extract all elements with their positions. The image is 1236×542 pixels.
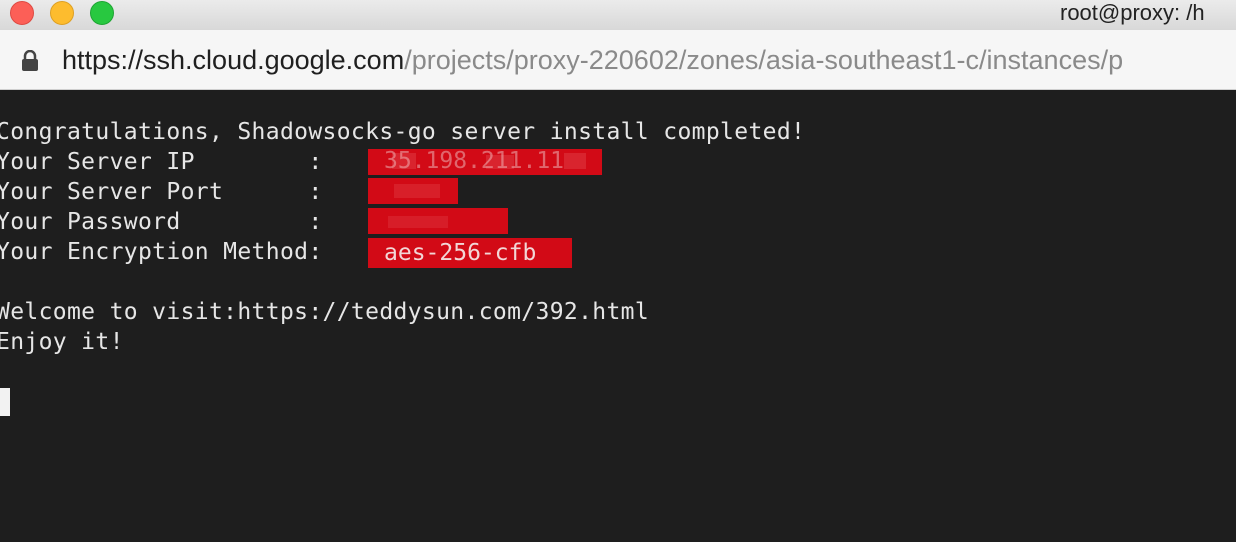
url-host: https://ssh.cloud.google.com <box>62 45 405 75</box>
terminal-line-server-ip: Your Server IP : <box>0 149 337 175</box>
terminal-line-enjoy: Enjoy it! <box>0 329 124 355</box>
terminal-cursor <box>0 388 10 416</box>
url-text[interactable]: https://ssh.cloud.google.com/projects/pr… <box>62 44 1123 76</box>
pixelation-block <box>486 155 514 169</box>
pixelation-block <box>564 153 586 169</box>
close-window-button[interactable] <box>10 1 34 25</box>
pixelation-block <box>392 153 416 169</box>
address-bar[interactable]: https://ssh.cloud.google.com/projects/pr… <box>0 30 1236 90</box>
encryption-method-value: aes-256-cfb <box>384 240 537 266</box>
terminal-line-encryption: Your Encryption Method: <box>0 239 337 265</box>
pixelation-block <box>394 184 440 198</box>
terminal-line-password: Your Password : <box>0 209 337 235</box>
zoom-window-button[interactable] <box>90 1 114 25</box>
window-title: root@proxy: /h <box>1060 0 1205 25</box>
minimize-window-button[interactable] <box>50 1 74 25</box>
redacted-server-port <box>368 178 458 204</box>
lock-icon <box>22 50 38 71</box>
terminal-line-congrats: Congratulations, Shadowsocks-go server i… <box>0 119 806 145</box>
redacted-password <box>368 208 508 234</box>
terminal-line-welcome: Welcome to visit:https://teddysun.com/39… <box>0 299 650 325</box>
pixelation-block <box>388 216 448 228</box>
window-titlebar: root@proxy: /h <box>0 0 1236 30</box>
terminal-line-server-port: Your Server Port : <box>0 179 337 205</box>
encryption-method-highlight: aes-256-cfb <box>368 238 572 268</box>
redacted-server-ip: 35.198.211.11 <box>368 148 602 175</box>
terminal-output[interactable]: Congratulations, Shadowsocks-go server i… <box>0 91 1236 542</box>
url-path: /projects/proxy-220602/zones/asia-southe… <box>404 45 1124 75</box>
